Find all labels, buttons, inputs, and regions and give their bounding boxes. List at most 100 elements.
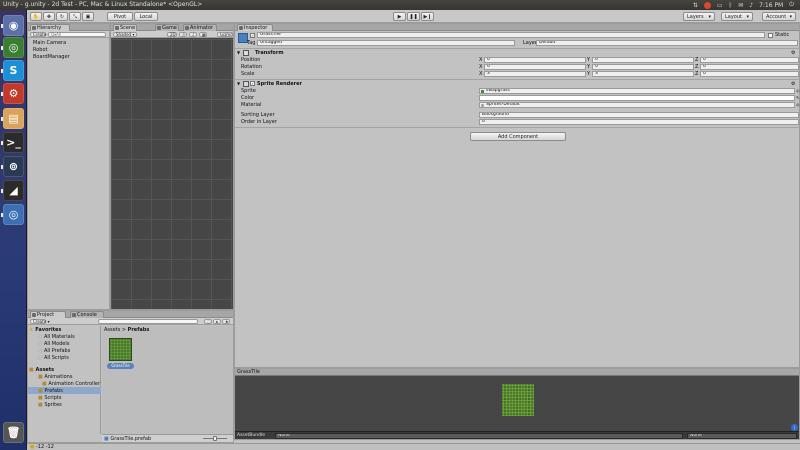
breadcrumb-prefabs[interactable]: Prefabs xyxy=(128,327,150,333)
sprite-renderer-enabled-checkbox[interactable]: ✓ xyxy=(250,81,255,86)
transform-foldout[interactable]: ▼ xyxy=(237,50,240,55)
scale-y-field[interactable]: 3 xyxy=(592,71,694,77)
rotation-y-field[interactable]: 0 xyxy=(592,64,694,70)
material-field[interactable]: Sprites-Default xyxy=(479,102,795,108)
tab-inspector[interactable]: Inspector xyxy=(237,24,273,31)
project-search-input[interactable] xyxy=(98,319,198,324)
terminal-icon[interactable]: >_ xyxy=(1,132,24,153)
asset-grasstile[interactable]: GrassTile xyxy=(107,338,134,372)
filter-type-icon[interactable]: ◌ xyxy=(204,319,212,324)
steam-icon[interactable]: ⊚ xyxy=(1,156,24,177)
project-create-button[interactable]: Create ▾ xyxy=(30,319,50,324)
tab-scene[interactable]: Scene xyxy=(113,24,137,31)
settings-icon[interactable]: ⚙ xyxy=(1,83,24,104)
2d-mode-toggle[interactable]: 2D xyxy=(167,32,177,37)
scene-grid[interactable] xyxy=(111,39,233,309)
transform-settings-icon[interactable]: ⚙ xyxy=(791,50,795,56)
layer-dropdown[interactable]: Default xyxy=(536,40,798,46)
battery-icon[interactable]: ▭ xyxy=(717,2,723,9)
order-in-layer-field[interactable]: 0 xyxy=(479,119,799,125)
favorite-all-scripts[interactable]: ◌ All Scripts xyxy=(38,355,69,361)
pivot-toggle[interactable]: Pivot xyxy=(107,12,133,21)
sprite-field[interactable]: swapgrass xyxy=(479,88,795,94)
breadcrumb-assets[interactable]: Assets xyxy=(104,327,120,333)
folder-animations[interactable]: ■ Animations xyxy=(38,374,72,380)
static-checkbox[interactable] xyxy=(768,33,773,38)
effects-icon[interactable]: ▦ xyxy=(199,32,207,37)
color-field[interactable] xyxy=(479,95,795,101)
add-component-button[interactable]: Add Component xyxy=(470,132,566,141)
favorite-all-prefabs[interactable]: ◌ All Prefabs xyxy=(38,348,70,354)
network-icon[interactable]: ⇅ xyxy=(693,2,698,9)
shading-mode-dropdown[interactable]: Shaded ▾ xyxy=(113,32,137,37)
tab-hierarchy[interactable]: Hierarchy xyxy=(30,24,70,31)
scale-tool-icon[interactable]: ⤡ xyxy=(69,12,81,21)
assetbundle-variant-dropdown[interactable]: None xyxy=(687,433,797,439)
hierarchy-create-button[interactable]: Create ▾ xyxy=(30,32,50,37)
folder-sprites[interactable]: ■ Sprites xyxy=(38,402,62,408)
favorite-icon[interactable]: ★ xyxy=(222,319,230,324)
filter-label-icon[interactable]: ⬧ xyxy=(213,319,221,324)
sorting-layer-dropdown[interactable]: Background xyxy=(479,112,799,118)
gizmos-dropdown[interactable]: Gizmos xyxy=(217,32,233,37)
tab-console[interactable]: Console xyxy=(70,311,104,318)
monodevelop-icon[interactable]: ◎ xyxy=(1,204,24,225)
tab-animator[interactable]: Animator xyxy=(183,24,217,31)
lighting-icon[interactable]: ☼ xyxy=(179,32,187,37)
files-icon[interactable]: ▤ xyxy=(1,108,24,129)
tab-game[interactable]: Game xyxy=(155,24,179,31)
scale-z-field[interactable]: 0 xyxy=(700,71,799,77)
hierarchy-item-robot[interactable]: Robot xyxy=(33,47,48,53)
folder-scripts[interactable]: ■ Scripts xyxy=(38,395,61,401)
dash-icon[interactable]: ◉ xyxy=(1,15,24,36)
color-eyedropper-icon[interactable]: ✎ xyxy=(796,95,799,100)
scale-x-field[interactable]: 3 xyxy=(484,71,586,77)
active-checkbox[interactable]: ✓ xyxy=(250,33,255,38)
rotate-tool-icon[interactable]: ↻ xyxy=(56,12,68,21)
unity-icon[interactable]: ◢ xyxy=(1,180,24,201)
play-button[interactable]: ▶ xyxy=(393,12,406,21)
position-y-field[interactable]: 0 xyxy=(592,57,694,63)
rotation-z-field[interactable]: 0 xyxy=(700,64,799,70)
move-tool-icon[interactable]: ✥ xyxy=(43,12,55,21)
sprite-renderer-settings-icon[interactable]: ⚙ xyxy=(791,81,795,87)
favorite-all-materials[interactable]: ◌ All Materials xyxy=(38,334,75,340)
material-picker-icon[interactable]: ◎ xyxy=(796,102,800,107)
favorite-all-models[interactable]: ◌ All Models xyxy=(38,341,69,347)
slider-handle[interactable] xyxy=(213,436,217,441)
sprite-picker-icon[interactable]: ◎ xyxy=(796,88,800,93)
skype-icon[interactable]: S xyxy=(1,60,24,81)
step-button[interactable]: ▶❙ xyxy=(421,12,434,21)
rect-tool-icon[interactable]: ▣ xyxy=(82,12,94,21)
power-icon[interactable]: ⏻ xyxy=(789,1,794,9)
chrome-icon[interactable]: ◎ xyxy=(1,37,24,58)
pause-button[interactable]: ❚❚ xyxy=(407,12,420,21)
thumbnail-size-slider[interactable] xyxy=(203,436,227,441)
position-x-field[interactable]: 0 xyxy=(484,57,586,63)
folder-prefabs[interactable]: ■ Prefabs xyxy=(38,388,63,394)
clock[interactable]: 7:16 PM xyxy=(759,2,783,9)
notification-icon[interactable] xyxy=(703,1,711,9)
position-z-field[interactable]: 0 xyxy=(700,57,799,63)
hierarchy-item-boardmanager[interactable]: BoardManager xyxy=(33,54,70,60)
trash-icon[interactable]: 🗑 xyxy=(3,422,24,443)
assetbundle-dropdown[interactable]: None xyxy=(275,433,683,439)
layout-dropdown[interactable]: Layout ▾ xyxy=(721,12,753,21)
rotation-x-field[interactable]: 0 xyxy=(484,64,586,70)
tag-dropdown[interactable]: Untagged xyxy=(257,40,515,46)
audio-icon[interactable]: ♪ xyxy=(189,32,197,37)
layers-dropdown[interactable]: Layers ▾ xyxy=(683,12,715,21)
bluetooth-icon[interactable]: ᛒ xyxy=(729,2,733,9)
sprite-renderer-foldout[interactable]: ▼ xyxy=(237,81,240,86)
favorites-header[interactable]: ★ Favorites xyxy=(29,327,61,333)
hierarchy-search-input[interactable]: Q▾All xyxy=(48,32,106,37)
preview-info-icon[interactable]: i xyxy=(791,424,798,431)
hierarchy-item-main-camera[interactable]: Main Camera xyxy=(33,40,66,46)
mail-icon[interactable]: ✉ xyxy=(738,2,743,9)
hand-tool-icon[interactable]: ✋ xyxy=(30,12,42,21)
account-dropdown[interactable]: Account ▾ xyxy=(762,12,796,21)
volume-icon[interactable]: ♪ xyxy=(749,2,753,9)
assets-header[interactable]: ■ Assets xyxy=(29,367,54,373)
tab-project[interactable]: Project xyxy=(30,311,66,318)
local-toggle[interactable]: Local xyxy=(134,12,158,21)
